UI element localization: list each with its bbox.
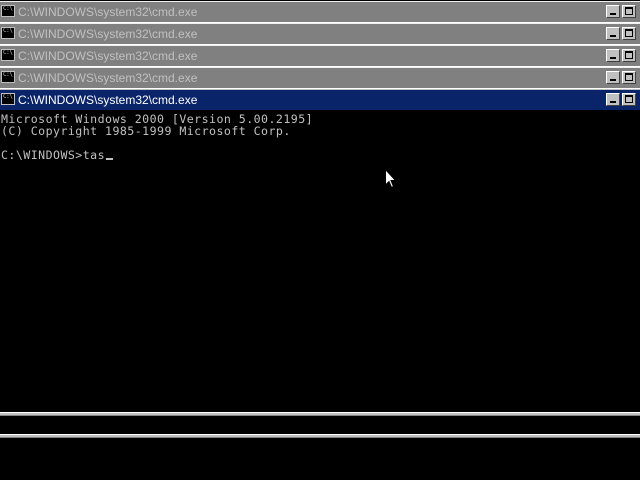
console-copyright-line: (C) Copyright 1985-1999 Microsoft Corp. (1, 124, 291, 138)
window-titlebar-4[interactable]: C:\ C:\WINDOWS\system32\cmd.exe (0, 67, 640, 89)
maximize-icon (625, 7, 633, 15)
minimize-button[interactable] (606, 71, 620, 84)
cmd-icon[interactable]: C:\ (1, 71, 15, 83)
cmd-icon[interactable]: C:\ (1, 93, 15, 105)
console-typed-input[interactable]: tas (83, 148, 105, 162)
window-title-active: C:\WINDOWS\system32\cmd.exe (18, 93, 198, 107)
window-titlebar-2[interactable]: C:\ C:\WINDOWS\system32\cmd.exe (0, 23, 640, 45)
maximize-button[interactable] (622, 27, 636, 40)
minimize-button[interactable] (606, 49, 620, 62)
minimize-icon (610, 35, 616, 37)
window-title-3: C:\WINDOWS\system32\cmd.exe (18, 49, 198, 63)
window-titlebar-active[interactable]: C:\ C:\WINDOWS\system32\cmd.exe (0, 89, 640, 111)
maximize-button[interactable] (622, 49, 636, 62)
minimize-button[interactable] (606, 93, 620, 106)
maximize-button[interactable] (622, 71, 636, 84)
maximize-button[interactable] (622, 93, 636, 106)
cmd-icon[interactable]: C:\ (1, 27, 15, 39)
cmd-icon[interactable]: C:\ (1, 49, 15, 61)
maximize-icon (625, 95, 633, 103)
maximize-icon (625, 29, 633, 37)
window-titlebar-3[interactable]: C:\ C:\WINDOWS\system32\cmd.exe (0, 45, 640, 67)
minimize-button[interactable] (606, 27, 620, 40)
minimize-button[interactable] (606, 5, 620, 18)
text-cursor (106, 158, 114, 160)
window-title-2: C:\WINDOWS\system32\cmd.exe (18, 27, 198, 41)
console-prompt: C:\WINDOWS> (1, 148, 83, 162)
minimize-icon (610, 13, 616, 15)
minimize-icon (610, 101, 616, 103)
window-title-1: C:\WINDOWS\system32\cmd.exe (18, 5, 198, 19)
minimize-icon (610, 79, 616, 81)
console-prompt-line[interactable]: C:\WINDOWS>tas (1, 149, 640, 161)
window-border-lower (0, 434, 640, 438)
window-title-4: C:\WINDOWS\system32\cmd.exe (18, 71, 198, 85)
mouse-pointer-icon (385, 169, 397, 189)
console-output[interactable]: Microsoft Windows 2000 [Version 5.00.219… (0, 110, 640, 410)
maximize-icon (625, 51, 633, 59)
cmd-icon[interactable]: C:\ (1, 5, 15, 17)
maximize-button[interactable] (622, 5, 636, 18)
window-titlebar-1[interactable]: C:\ C:\WINDOWS\system32\cmd.exe (0, 1, 640, 23)
desktop-screen: C:\ C:\WINDOWS\system32\cmd.exe C:\ C:\W… (0, 0, 640, 480)
maximize-icon (625, 73, 633, 81)
minimize-icon (610, 57, 616, 59)
window-border-upper (0, 412, 640, 416)
